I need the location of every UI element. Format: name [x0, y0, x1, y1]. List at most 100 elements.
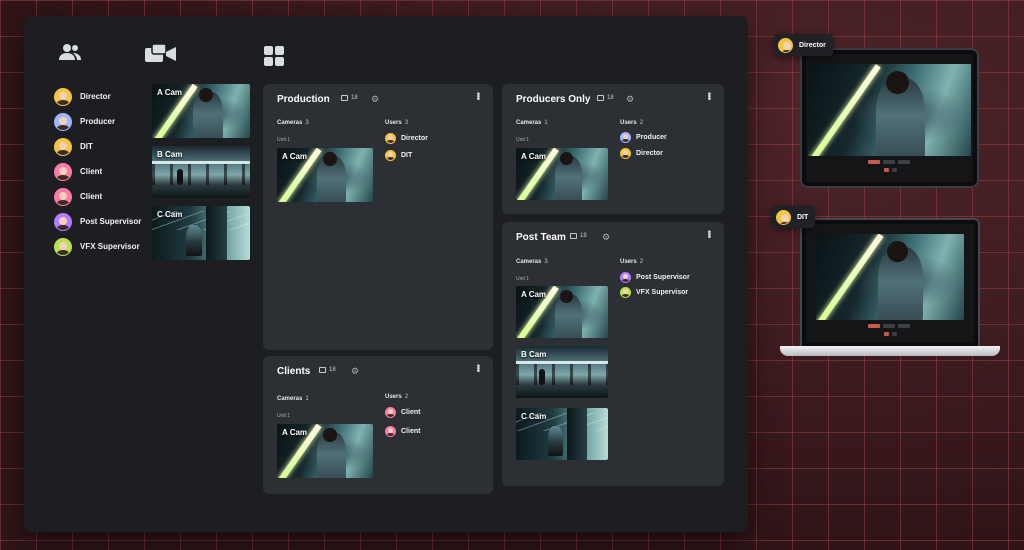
group-count: 18 [341, 95, 358, 101]
camera-label: A Cam [157, 88, 183, 97]
group-count: 18 [319, 367, 336, 373]
device-user-tag: Director [774, 34, 833, 56]
group-user[interactable]: Post Supervisor [620, 270, 690, 284]
avatar [776, 209, 791, 225]
camera-thumbnail-a[interactable]: A Cam [277, 424, 373, 478]
more-icon[interactable]: ••• [472, 364, 483, 372]
user-list: Director Producer DIT Client Client Post… [54, 84, 166, 259]
gear-icon[interactable]: ⚙ [626, 94, 634, 105]
group-title: Production [277, 94, 330, 105]
laptop-device [800, 218, 980, 348]
grid-icon[interactable] [264, 46, 284, 66]
tablet-controls [868, 160, 910, 164]
camera-label: C Cam [157, 210, 183, 219]
avatar [54, 162, 72, 181]
unit-label: Unit 1 [516, 276, 530, 282]
camera-thumbnail-a[interactable]: A Cam [277, 148, 373, 202]
workspace-panel: Director Producer DIT Client Client Post… [24, 16, 748, 532]
group-user[interactable]: Client [385, 405, 420, 419]
user-name: Director [80, 92, 111, 101]
camera-thumbnail-a[interactable]: A Cam [516, 148, 608, 200]
cameras-header: Cameras 3 [277, 120, 309, 126]
gear-icon[interactable]: ⚙ [371, 94, 379, 105]
camera-label: B Cam [521, 350, 547, 359]
gear-icon[interactable]: ⚙ [602, 232, 610, 243]
user-item[interactable]: Client [54, 184, 166, 209]
group-user[interactable]: Producer [620, 130, 667, 144]
device-user-name: Director [799, 41, 826, 49]
user-name: VFX Supervisor [80, 242, 140, 251]
group-user[interactable]: Director [385, 131, 428, 145]
group-card-producers-only[interactable]: Producers Only 18 ⚙ ••• Cameras 1 Unit 1 … [502, 84, 724, 214]
group-count: 18 [570, 233, 587, 239]
user-name: Client [80, 192, 103, 201]
avatar [385, 132, 396, 144]
monitor-icon [341, 95, 348, 101]
avatar [54, 187, 72, 206]
group-card-clients[interactable]: Clients 18 ⚙ ••• Cameras 1 Unit 1 A Cam U… [263, 356, 493, 494]
camera-thumbnail-a[interactable]: A Cam [516, 286, 608, 338]
users-icon[interactable] [58, 42, 82, 62]
user-item[interactable]: Producer [54, 109, 166, 134]
camera-thumbnail-b[interactable]: B Cam [152, 146, 250, 198]
avatar [54, 237, 72, 256]
user-item[interactable]: Director [54, 84, 166, 109]
camera-thumbnail-b[interactable]: B Cam [516, 346, 608, 398]
camera-label: A Cam [521, 152, 547, 161]
unit-label: Unit 1 [277, 137, 291, 143]
unit-label: Unit 1 [277, 413, 291, 419]
camera-thumbnail-c[interactable]: C Cam [152, 206, 250, 260]
avatar [54, 87, 72, 106]
device-user-tag: DIT [772, 206, 816, 228]
avatar [385, 425, 396, 437]
camera-thumbnail-c[interactable]: C Cam [516, 408, 608, 460]
monitor-icon [319, 367, 326, 373]
gear-icon[interactable]: ⚙ [351, 366, 359, 377]
user-item[interactable]: Post Supervisor [54, 209, 166, 234]
cameras-header: Cameras 3 [516, 259, 548, 265]
more-icon[interactable]: ••• [703, 92, 714, 100]
group-user[interactable]: VFX Supervisor [620, 285, 688, 299]
group-title: Producers Only [516, 94, 591, 105]
user-item[interactable]: DIT [54, 134, 166, 159]
avatar [385, 406, 396, 418]
cameras-header: Cameras 1 [277, 396, 309, 402]
group-title: Post Team [516, 232, 566, 243]
group-card-post-team[interactable]: Post Team 18 ⚙ ••• Cameras 3 Unit 1 A Cam… [502, 222, 724, 486]
laptop-base [780, 346, 1000, 356]
group-user[interactable]: DIT [385, 148, 412, 162]
user-item[interactable]: Client [54, 159, 166, 184]
user-name: Post Supervisor [80, 217, 142, 226]
avatar [385, 149, 396, 161]
user-name: Producer [80, 117, 116, 126]
camera-label: A Cam [282, 152, 308, 161]
avatar [778, 37, 793, 53]
tablet-video [808, 64, 971, 156]
more-icon[interactable]: ••• [703, 230, 714, 238]
group-title: Clients [277, 366, 311, 377]
avatar [620, 147, 631, 159]
camera-label: C Cam [521, 412, 547, 421]
cameras-header: Cameras 1 [516, 120, 548, 126]
more-icon[interactable]: ••• [472, 92, 483, 100]
laptop-video [816, 234, 964, 320]
group-card-production[interactable]: Production 18 ⚙ ••• Cameras 3 Unit 1 A Ca… [263, 84, 493, 350]
group-user[interactable]: Director [620, 146, 663, 160]
user-item[interactable]: VFX Supervisor [54, 234, 166, 259]
users-header: Users 2 [385, 394, 409, 400]
tablet-controls-row [884, 168, 897, 172]
avatar [54, 112, 72, 131]
laptop-controls [868, 324, 910, 328]
camera-label: A Cam [282, 428, 308, 437]
laptop-screen [806, 224, 974, 342]
avatar [620, 271, 631, 283]
camera-label: B Cam [157, 150, 183, 159]
laptop-controls-row [884, 332, 897, 336]
avatar [620, 286, 631, 298]
user-name: DIT [80, 142, 93, 151]
group-user[interactable]: Client [385, 424, 420, 438]
cameras-icon[interactable] [144, 42, 178, 64]
avatar [620, 131, 631, 143]
tablet-device [800, 48, 979, 188]
camera-thumbnail-a[interactable]: A Cam [152, 84, 250, 138]
